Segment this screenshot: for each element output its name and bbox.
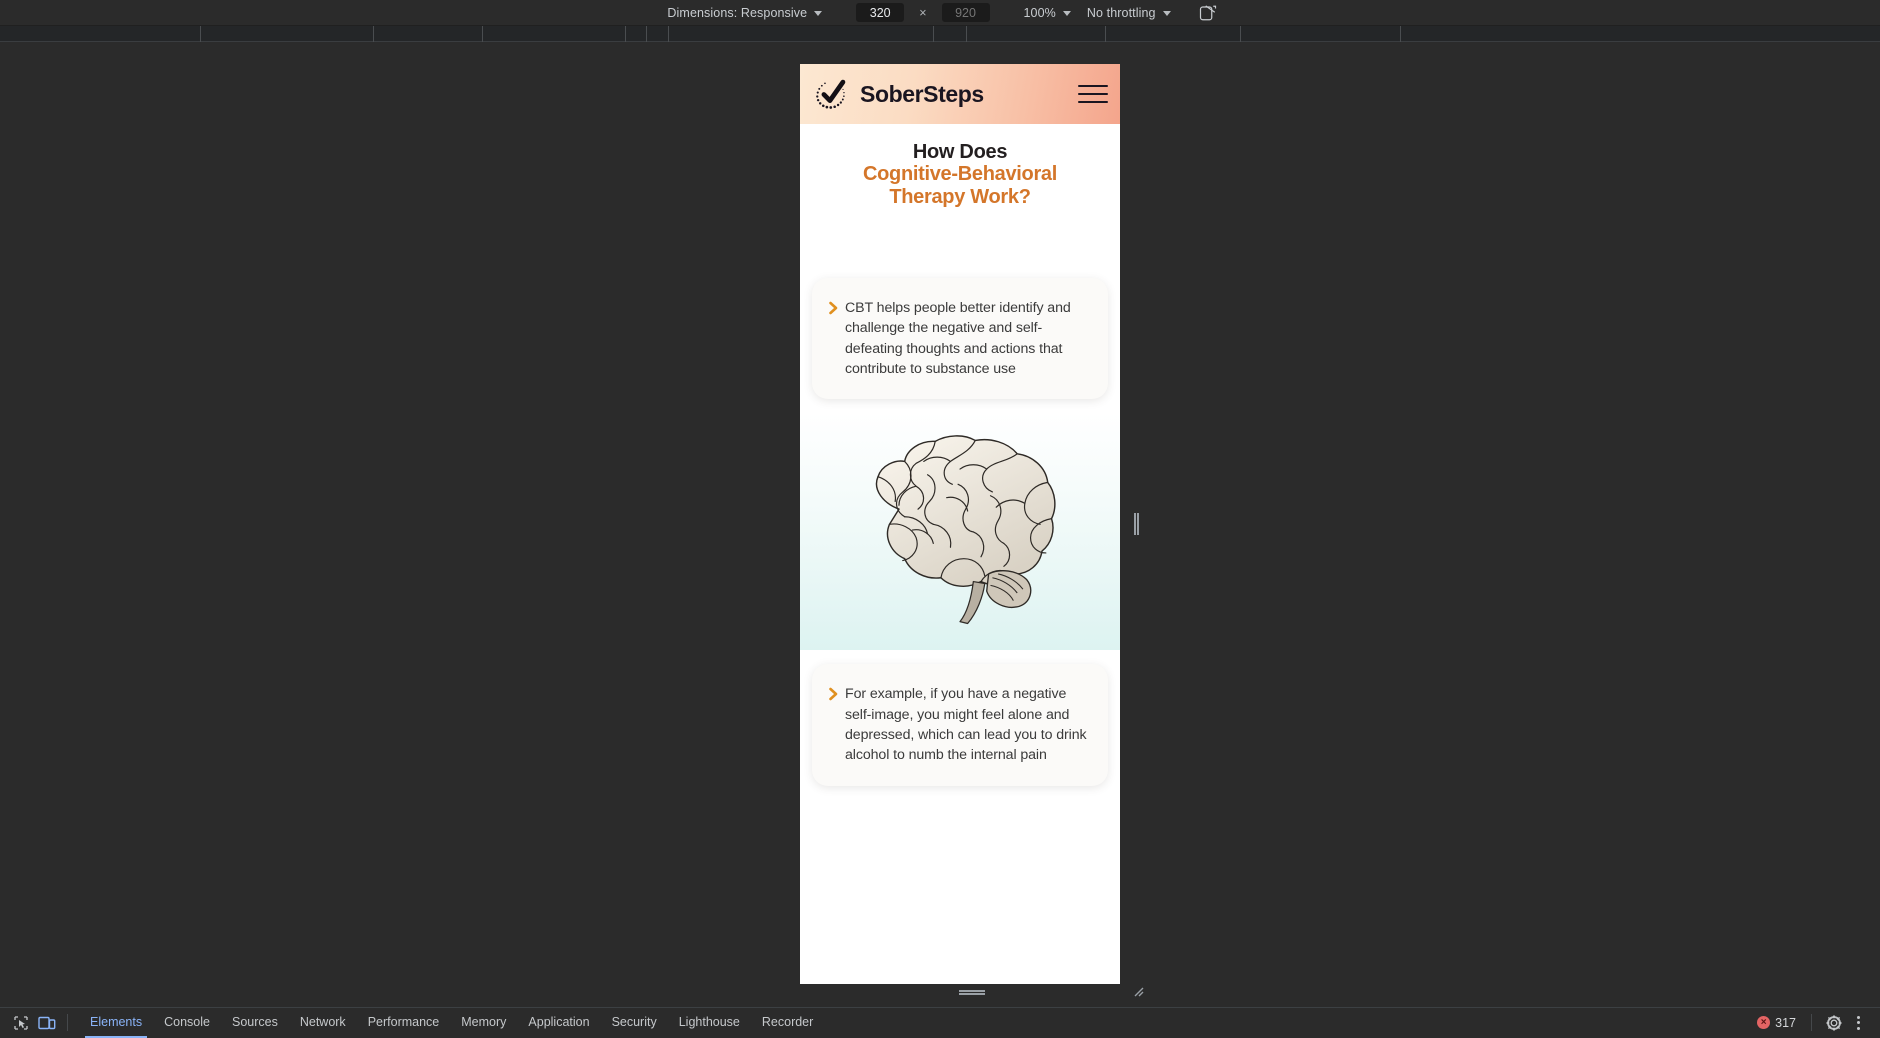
info-card-text: For example, if you have a negative self… — [845, 686, 1087, 764]
dimensions-label: Dimensions: Responsive — [667, 5, 808, 20]
hero-spacer — [800, 208, 1120, 279]
error-count-chip[interactable]: × 317 — [1751, 1014, 1802, 1032]
brain-illustration-svg — [875, 435, 1056, 625]
kebab-menu-icon[interactable] — [1849, 1012, 1868, 1034]
throttling-dropdown[interactable]: No throttling — [1083, 4, 1175, 22]
page-title: How Does Cognitive-Behavioral Therapy Wo… — [818, 141, 1102, 208]
error-circle-icon: × — [1757, 1016, 1771, 1029]
zoom-dropdown[interactable]: 100% — [1020, 4, 1075, 22]
checkmark-circle-logo-icon[interactable] — [813, 75, 851, 113]
toggle-device-toolbar-icon[interactable] — [34, 1011, 60, 1035]
tab-security[interactable]: Security — [601, 1009, 668, 1036]
tab-sources[interactable]: Sources — [221, 1009, 289, 1036]
mobile-viewport[interactable]: SoberSteps How Does Cognitive-Behavioral… — [800, 64, 1120, 984]
tab-network[interactable]: Network — [289, 1009, 357, 1036]
tab-lighthouse[interactable]: Lighthouse — [668, 1009, 751, 1036]
viewport-width-input[interactable] — [856, 3, 905, 22]
chevron-down-icon — [1062, 11, 1071, 16]
viewport-resize-handle-bottom[interactable] — [800, 984, 1143, 1000]
info-card-text: CBT helps people better identify and cha… — [845, 300, 1071, 378]
tab-application[interactable]: Application — [517, 1009, 600, 1036]
tab-elements[interactable]: Elements — [79, 1009, 153, 1038]
chevron-right-icon — [823, 686, 845, 702]
page-title-line-1: How Does — [912, 141, 1008, 163]
gear-icon[interactable] — [1821, 1011, 1847, 1035]
viewport-resize-handle-right[interactable] — [1129, 64, 1143, 984]
info-card: For example, if you have a negative self… — [812, 664, 1108, 786]
inspect-element-icon[interactable] — [8, 1011, 34, 1035]
toolbar-divider — [67, 1014, 68, 1031]
tab-recorder[interactable]: Recorder — [751, 1009, 824, 1036]
card-2-wrapper: For example, if you have a negative self… — [800, 664, 1120, 786]
site-header: SoberSteps — [800, 64, 1120, 124]
chevron-down-icon — [1162, 11, 1171, 16]
rendered-page: SoberSteps How Does Cognitive-Behavioral… — [800, 64, 1120, 786]
hero-section: How Does Cognitive-Behavioral Therapy Wo… — [800, 124, 1120, 209]
dimensions-dropdown[interactable]: Dimensions: Responsive — [663, 4, 826, 22]
error-count-label: 317 — [1775, 1015, 1796, 1030]
zoom-label: 100% — [1023, 5, 1056, 20]
tab-performance[interactable]: Performance — [357, 1009, 451, 1036]
page-title-line-3: Therapy Work? — [889, 185, 1031, 208]
info-card: CBT helps people better identify and cha… — [812, 278, 1108, 400]
multiply-symbol: × — [919, 5, 927, 20]
chevron-right-icon — [823, 300, 845, 316]
brand-name: SoberSteps — [860, 80, 984, 107]
device-stage: SoberSteps How Does Cognitive-Behavioral… — [0, 42, 1880, 1007]
hamburger-menu-icon[interactable] — [1078, 83, 1108, 105]
status-divider — [1811, 1014, 1812, 1031]
tab-console[interactable]: Console — [153, 1009, 221, 1036]
card-1-wrapper: CBT helps people better identify and cha… — [800, 278, 1120, 400]
devtools-status-group: × 317 — [1751, 1011, 1872, 1035]
chevron-down-icon — [814, 11, 823, 16]
devtools-panel-bar: Elements Console Sources Network Perform… — [0, 1007, 1880, 1038]
tab-memory[interactable]: Memory — [450, 1009, 517, 1036]
viewport-height-input[interactable] — [941, 3, 990, 22]
viewport-ruler — [0, 26, 1880, 42]
brain-engraving-illustration — [800, 413, 1120, 651]
viewport-resize-handle-corner[interactable] — [1129, 982, 1145, 998]
devtools-tabs: Elements Console Sources Network Perform… — [79, 1009, 824, 1038]
page-title-line-2: Cognitive-Behavioral — [862, 163, 1058, 186]
device-mode-toolbar: Dimensions: Responsive × 100% No throttl… — [0, 0, 1880, 26]
rotate-device-icon[interactable] — [1199, 4, 1217, 22]
card-gap — [800, 650, 1120, 665]
throttling-label: No throttling — [1086, 5, 1156, 20]
